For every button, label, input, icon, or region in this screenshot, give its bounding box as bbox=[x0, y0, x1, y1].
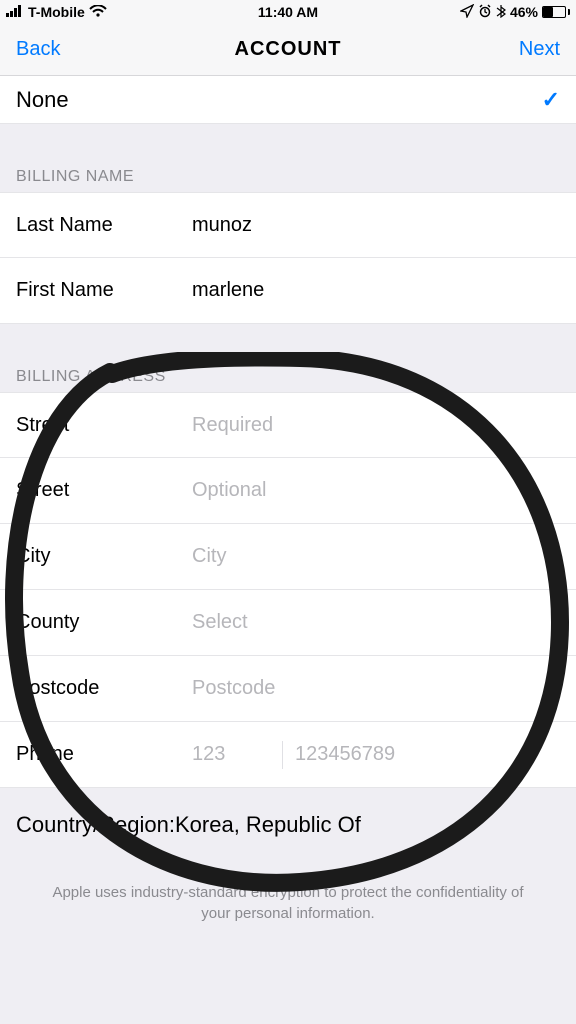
postcode-row[interactable]: Postcode bbox=[0, 656, 576, 722]
street1-row[interactable]: Street bbox=[0, 392, 576, 458]
phone-separator bbox=[282, 741, 283, 769]
street1-input[interactable] bbox=[192, 414, 560, 437]
county-label: County bbox=[16, 611, 192, 634]
option-none-row[interactable]: None ✓ bbox=[0, 76, 576, 124]
phone-prefix-input[interactable] bbox=[192, 743, 270, 766]
next-button[interactable]: Next bbox=[519, 38, 560, 61]
section-header-billing-name: BILLING NAME bbox=[0, 168, 576, 192]
first-name-label: First Name bbox=[16, 279, 192, 302]
city-input[interactable] bbox=[192, 545, 560, 568]
alarm-icon bbox=[478, 4, 492, 21]
battery-icon bbox=[542, 5, 570, 19]
back-button[interactable]: Back bbox=[16, 38, 60, 61]
phone-row[interactable]: Phone bbox=[0, 722, 576, 788]
page-title: ACCOUNT bbox=[235, 38, 342, 61]
postcode-label: Postcode bbox=[16, 677, 192, 700]
street2-input[interactable] bbox=[192, 479, 560, 502]
phone-number-input[interactable] bbox=[295, 743, 560, 766]
last-name-label: Last Name bbox=[16, 214, 192, 237]
signal-icon bbox=[6, 4, 24, 20]
country-region-row[interactable]: Country/Region: Korea, Republic Of bbox=[0, 788, 576, 838]
wifi-icon bbox=[89, 4, 107, 20]
encryption-disclaimer: Apple uses industry-standard encryption … bbox=[0, 838, 576, 924]
last-name-row[interactable]: Last Name bbox=[0, 192, 576, 258]
city-label: City bbox=[16, 545, 192, 568]
country-label: Country/Region: bbox=[16, 812, 175, 838]
carrier-label: T-Mobile bbox=[28, 4, 85, 20]
section-header-billing-address: BILLING ADDRESS bbox=[0, 368, 576, 392]
status-time: 11:40 AM bbox=[258, 4, 318, 20]
status-bar: T-Mobile 11:40 AM 46% bbox=[0, 0, 576, 24]
battery-pct: 46% bbox=[510, 4, 538, 20]
checkmark-icon: ✓ bbox=[542, 87, 560, 113]
bluetooth-icon bbox=[496, 4, 506, 21]
country-value: Korea, Republic Of bbox=[175, 812, 361, 838]
county-row[interactable]: County bbox=[0, 590, 576, 656]
street2-label: Street bbox=[16, 479, 192, 502]
first-name-input[interactable] bbox=[192, 279, 560, 302]
street2-row[interactable]: Street bbox=[0, 458, 576, 524]
city-row[interactable]: City bbox=[0, 524, 576, 590]
postcode-input[interactable] bbox=[192, 677, 560, 700]
first-name-row[interactable]: First Name bbox=[0, 258, 576, 324]
street1-label: Street bbox=[16, 414, 192, 437]
location-icon bbox=[460, 4, 474, 21]
nav-bar: Back ACCOUNT Next bbox=[0, 24, 576, 76]
last-name-input[interactable] bbox=[192, 214, 560, 237]
phone-label: Phone bbox=[16, 743, 192, 766]
option-none-label: None bbox=[16, 87, 69, 113]
county-input[interactable] bbox=[192, 611, 560, 634]
